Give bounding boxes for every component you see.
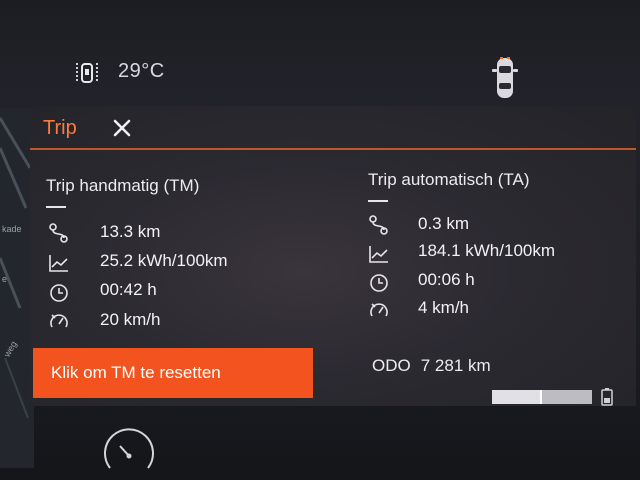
- trip-panel: Trip Trip handmatig (TM) 13.3 km 25.2 kW…: [30, 106, 636, 406]
- door-open-icon: [76, 63, 98, 83]
- auto-duration: 00:06 h: [418, 270, 475, 289]
- speedometer-icon: [50, 314, 68, 328]
- consumption-chart-icon: [49, 255, 68, 272]
- route-icon: [369, 215, 388, 235]
- map-label: kade: [2, 224, 22, 234]
- manual-consumption: 25.2 kWh/100km: [100, 251, 228, 270]
- map-edge: kade e weg: [0, 108, 34, 468]
- auto-trip-title: Trip automatisch (TA): [368, 170, 530, 189]
- route-icon: [49, 223, 68, 243]
- speedometer-icon: [370, 303, 388, 317]
- gauge-icon: [104, 428, 154, 469]
- panel-title: Trip: [43, 117, 77, 139]
- range-bar-fill: [492, 390, 540, 404]
- auto-consumption: 184.1 kWh/100km: [418, 241, 556, 260]
- manual-trip-underline: [46, 206, 66, 208]
- manual-speed: 20 km/h: [100, 310, 161, 329]
- odometer-value: 7 281 km: [420, 356, 491, 375]
- manual-trip-title: Trip handmatig (TM): [46, 176, 200, 195]
- auto-distance: 0.3 km: [418, 214, 470, 233]
- close-icon[interactable]: [110, 116, 134, 140]
- manual-duration: 00:42 h: [100, 280, 157, 299]
- clock-icon: [50, 284, 68, 302]
- manual-distance: 13.3 km: [100, 222, 161, 241]
- clock-icon: [370, 274, 388, 292]
- reset-tm-button[interactable]: Klik om TM te resetten: [33, 348, 313, 398]
- map-roads: [0, 108, 34, 468]
- auto-speed: 4 km/h: [418, 298, 470, 317]
- range-bar: [492, 390, 592, 404]
- panel-header: Trip: [30, 106, 636, 148]
- consumption-chart-icon: [369, 246, 388, 263]
- car-top-view-icon: [492, 57, 518, 98]
- map-label: e: [2, 274, 8, 284]
- auto-trip-underline: [368, 200, 388, 202]
- temperature: 29°C: [118, 60, 165, 82]
- range-bar-tick: [540, 390, 542, 404]
- battery-icon: [601, 388, 613, 406]
- reset-tm-label: Klik om TM te resetten: [51, 363, 221, 382]
- status-bar: 29°C: [0, 0, 640, 100]
- odometer-label: ODO: [372, 356, 411, 375]
- header-divider: [30, 148, 636, 150]
- odometer: ODO 7 281 km: [372, 356, 491, 376]
